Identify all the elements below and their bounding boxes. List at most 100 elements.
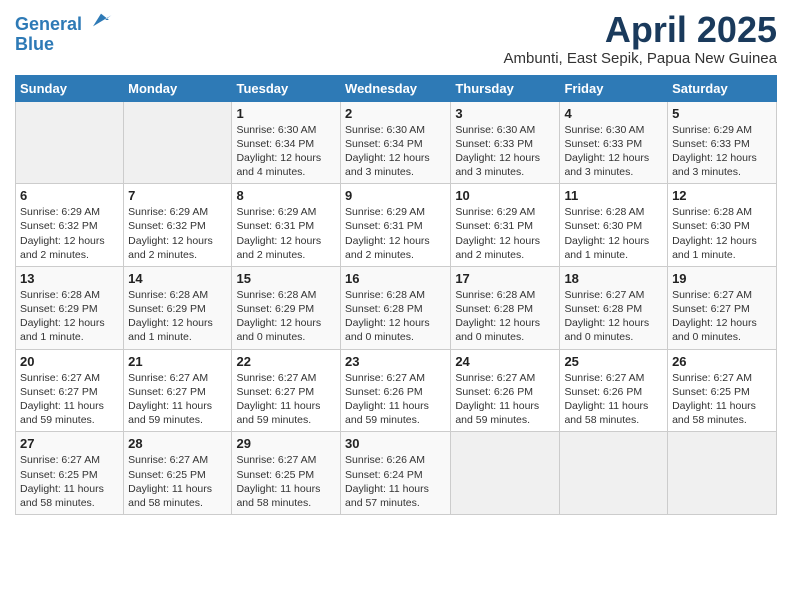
day-info: Sunrise: 6:29 AM Sunset: 6:32 PM Dayligh… [128, 205, 227, 262]
calendar-cell [560, 432, 668, 515]
day-number: 18 [564, 271, 663, 286]
calendar-header-row: SundayMondayTuesdayWednesdayThursdayFrid… [16, 75, 777, 101]
day-info: Sunrise: 6:27 AM Sunset: 6:25 PM Dayligh… [236, 453, 336, 510]
day-number: 7 [128, 188, 227, 203]
day-number: 30 [345, 436, 446, 451]
calendar-cell: 19Sunrise: 6:27 AM Sunset: 6:27 PM Dayli… [668, 266, 777, 349]
calendar-cell: 2 Sunrise: 6:30 AM Sunset: 6:34 PM Daylig… [341, 101, 451, 184]
day-header-tuesday: Tuesday [232, 75, 341, 101]
logo: General Blue [15, 10, 113, 55]
calendar-cell: 22Sunrise: 6:27 AM Sunset: 6:27 PM Dayli… [232, 349, 341, 432]
logo-text: General Blue [15, 10, 113, 55]
calendar-cell [451, 432, 560, 515]
day-number: 15 [236, 271, 336, 286]
day-number: 4 [564, 106, 663, 121]
calendar-cell: 1 Sunrise: 6:30 AM Sunset: 6:34 PM Daylig… [232, 101, 341, 184]
day-header-thursday: Thursday [451, 75, 560, 101]
day-info: Sunrise: 6:28 AM Sunset: 6:29 PM Dayligh… [236, 288, 336, 345]
day-number: 13 [20, 271, 119, 286]
day-info: Sunrise: 6:29 AM Sunset: 6:32 PM Dayligh… [20, 205, 119, 262]
calendar-week-4: 20 Sunrise: 6:27 AM Sunset: 6:27 PM Dayli… [16, 349, 777, 432]
month-title: April 2025 [504, 10, 778, 50]
calendar-cell: 25 Sunrise: 6:27 AM Sunset: 6:26 PM Dayli… [560, 349, 668, 432]
day-number: 2 [345, 106, 446, 121]
calendar-cell: 4 Sunrise: 6:30 AM Sunset: 6:33 PM Daylig… [560, 101, 668, 184]
calendar-cell: 27 Sunrise: 6:27 AM Sunset: 6:25 PM Dayli… [16, 432, 124, 515]
day-number: 10 [455, 188, 555, 203]
calendar-week-5: 27 Sunrise: 6:27 AM Sunset: 6:25 PM Dayli… [16, 432, 777, 515]
day-number: 3 [455, 106, 555, 121]
calendar-cell: 26Sunrise: 6:27 AM Sunset: 6:25 PM Dayli… [668, 349, 777, 432]
day-number: 25 [564, 354, 663, 369]
calendar-week-3: 13 Sunrise: 6:28 AM Sunset: 6:29 PM Dayli… [16, 266, 777, 349]
day-info: Sunrise: 6:30 AM Sunset: 6:34 PM Dayligh… [345, 123, 446, 180]
day-info: Sunrise: 6:27 AM Sunset: 6:27 PM Dayligh… [20, 371, 119, 428]
calendar-cell: 30 Sunrise: 6:26 AM Sunset: 6:24 PM Dayli… [341, 432, 451, 515]
day-number: 21 [128, 354, 227, 369]
day-number: 12 [672, 188, 772, 203]
calendar-cell: 17Sunrise: 6:28 AM Sunset: 6:28 PM Dayli… [451, 266, 560, 349]
calendar-cell: 21 Sunrise: 6:27 AM Sunset: 6:27 PM Dayli… [124, 349, 232, 432]
day-info: Sunrise: 6:30 AM Sunset: 6:33 PM Dayligh… [455, 123, 555, 180]
calendar: SundayMondayTuesdayWednesdayThursdayFrid… [15, 75, 777, 515]
calendar-cell: 6Sunrise: 6:29 AM Sunset: 6:32 PM Daylig… [16, 184, 124, 267]
logo-bird-icon [89, 10, 113, 30]
calendar-cell: 13 Sunrise: 6:28 AM Sunset: 6:29 PM Dayli… [16, 266, 124, 349]
day-info: Sunrise: 6:27 AM Sunset: 6:25 PM Dayligh… [20, 453, 119, 510]
day-info: Sunrise: 6:28 AM Sunset: 6:29 PM Dayligh… [20, 288, 119, 345]
day-info: Sunrise: 6:28 AM Sunset: 6:30 PM Dayligh… [672, 205, 772, 262]
calendar-cell: 29 Sunrise: 6:27 AM Sunset: 6:25 PM Dayli… [232, 432, 341, 515]
day-info: Sunrise: 6:28 AM Sunset: 6:28 PM Dayligh… [455, 288, 555, 345]
day-info: Sunrise: 6:27 AM Sunset: 6:26 PM Dayligh… [564, 371, 663, 428]
day-number: 28 [128, 436, 227, 451]
calendar-cell: 10Sunrise: 6:29 AM Sunset: 6:31 PM Dayli… [451, 184, 560, 267]
calendar-cell: 8 Sunrise: 6:29 AM Sunset: 6:31 PM Daylig… [232, 184, 341, 267]
calendar-week-1: 1 Sunrise: 6:30 AM Sunset: 6:34 PM Daylig… [16, 101, 777, 184]
page: General Blue April 2025 Ambunti, East Se… [0, 0, 792, 525]
day-header-monday: Monday [124, 75, 232, 101]
day-number: 8 [236, 188, 336, 203]
calendar-cell: 18 Sunrise: 6:27 AM Sunset: 6:28 PM Dayli… [560, 266, 668, 349]
day-info: Sunrise: 6:27 AM Sunset: 6:26 PM Dayligh… [455, 371, 555, 428]
day-info: Sunrise: 6:30 AM Sunset: 6:33 PM Dayligh… [564, 123, 663, 180]
day-number: 20 [20, 354, 119, 369]
day-info: Sunrise: 6:26 AM Sunset: 6:24 PM Dayligh… [345, 453, 446, 510]
day-info: Sunrise: 6:27 AM Sunset: 6:27 PM Dayligh… [128, 371, 227, 428]
calendar-cell: 16 Sunrise: 6:28 AM Sunset: 6:28 PM Dayli… [341, 266, 451, 349]
day-number: 27 [20, 436, 119, 451]
subtitle: Ambunti, East Sepik, Papua New Guinea [504, 50, 778, 67]
day-header-wednesday: Wednesday [341, 75, 451, 101]
day-number: 1 [236, 106, 336, 121]
header: General Blue April 2025 Ambunti, East Se… [15, 10, 777, 67]
calendar-cell: 9Sunrise: 6:29 AM Sunset: 6:31 PM Daylig… [341, 184, 451, 267]
day-info: Sunrise: 6:28 AM Sunset: 6:28 PM Dayligh… [345, 288, 446, 345]
calendar-cell: 11 Sunrise: 6:28 AM Sunset: 6:30 PM Dayli… [560, 184, 668, 267]
day-info: Sunrise: 6:27 AM Sunset: 6:28 PM Dayligh… [564, 288, 663, 345]
day-info: Sunrise: 6:30 AM Sunset: 6:34 PM Dayligh… [236, 123, 336, 180]
day-number: 5 [672, 106, 772, 121]
day-number: 14 [128, 271, 227, 286]
day-info: Sunrise: 6:28 AM Sunset: 6:29 PM Dayligh… [128, 288, 227, 345]
day-number: 22 [236, 354, 336, 369]
day-info: Sunrise: 6:29 AM Sunset: 6:33 PM Dayligh… [672, 123, 772, 180]
day-info: Sunrise: 6:27 AM Sunset: 6:25 PM Dayligh… [672, 371, 772, 428]
day-info: Sunrise: 6:28 AM Sunset: 6:30 PM Dayligh… [564, 205, 663, 262]
calendar-cell: 20 Sunrise: 6:27 AM Sunset: 6:27 PM Dayli… [16, 349, 124, 432]
day-number: 16 [345, 271, 446, 286]
day-info: Sunrise: 6:29 AM Sunset: 6:31 PM Dayligh… [236, 205, 336, 262]
day-header-saturday: Saturday [668, 75, 777, 101]
calendar-week-2: 6Sunrise: 6:29 AM Sunset: 6:32 PM Daylig… [16, 184, 777, 267]
calendar-cell [124, 101, 232, 184]
day-number: 11 [564, 188, 663, 203]
calendar-cell: 23Sunrise: 6:27 AM Sunset: 6:26 PM Dayli… [341, 349, 451, 432]
day-info: Sunrise: 6:27 AM Sunset: 6:25 PM Dayligh… [128, 453, 227, 510]
day-number: 24 [455, 354, 555, 369]
calendar-cell [16, 101, 124, 184]
day-number: 9 [345, 188, 446, 203]
title-area: April 2025 Ambunti, East Sepik, Papua Ne… [504, 10, 778, 67]
calendar-cell [668, 432, 777, 515]
day-number: 29 [236, 436, 336, 451]
calendar-cell: 15 Sunrise: 6:28 AM Sunset: 6:29 PM Dayli… [232, 266, 341, 349]
calendar-cell: 7 Sunrise: 6:29 AM Sunset: 6:32 PM Daylig… [124, 184, 232, 267]
day-header-friday: Friday [560, 75, 668, 101]
